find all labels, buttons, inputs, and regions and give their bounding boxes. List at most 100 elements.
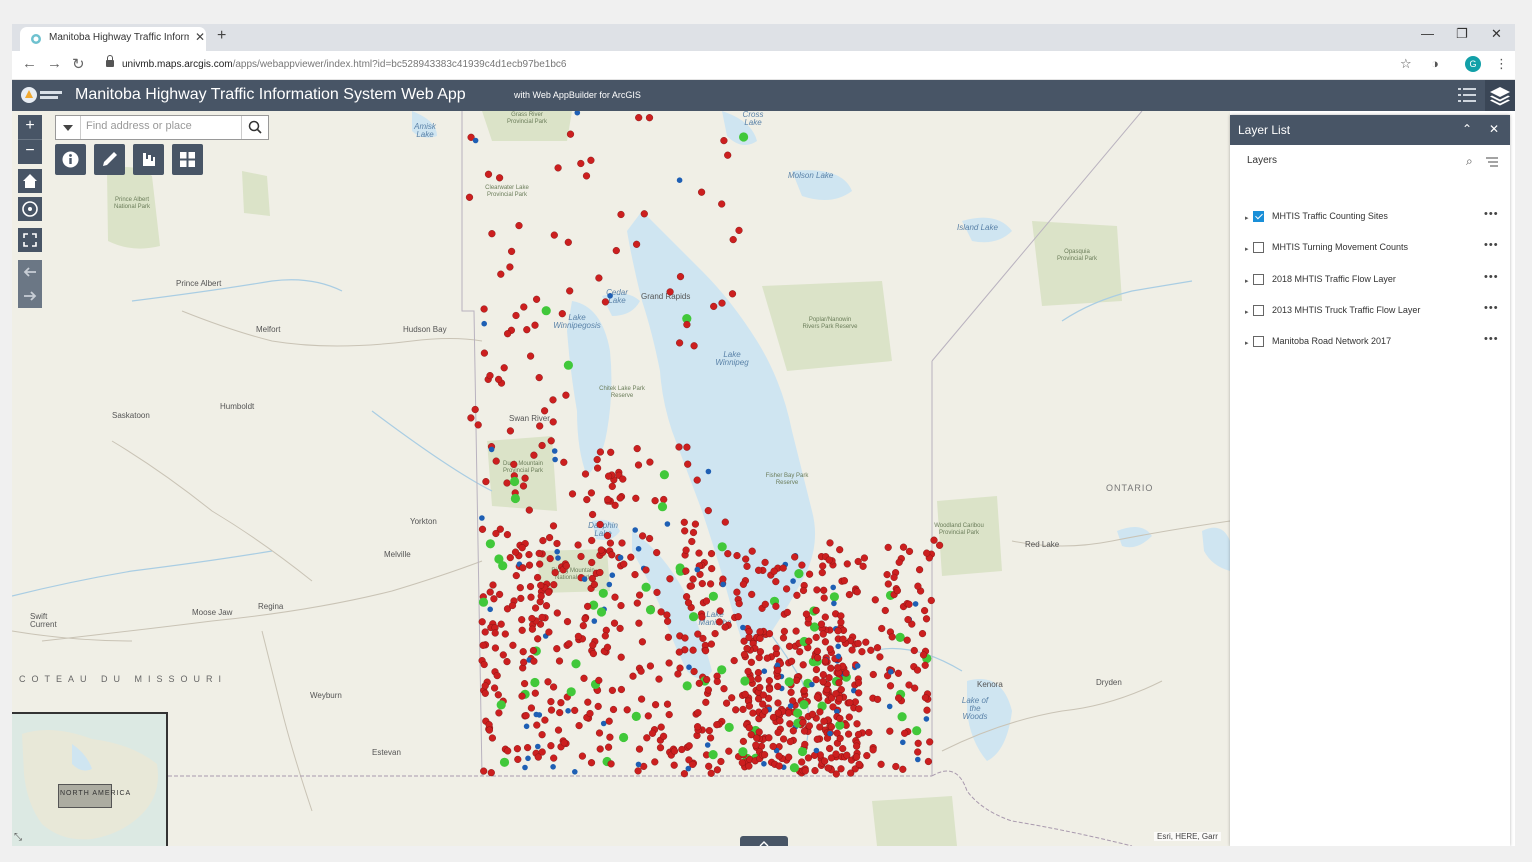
overview-label: NORTH AMERICA: [60, 790, 132, 797]
traffic-site-point: [869, 670, 877, 679]
traffic-site-point: [680, 518, 688, 526]
layer-search-icon[interactable]: ⌕: [1466, 154, 1473, 169]
expand-overview-icon[interactable]: ⤡: [14, 832, 22, 843]
app-header: Manitoba Highway Traffic Information Sys…: [12, 80, 1515, 111]
traffic-site-point: [724, 722, 734, 733]
restore-button[interactable]: ❐: [1456, 26, 1468, 42]
expand-arrow-icon[interactable]: ▸: [1245, 277, 1249, 285]
previous-extent-button[interactable]: [18, 260, 42, 284]
expand-arrow-icon[interactable]: ▸: [1245, 245, 1249, 253]
zoom-out-button[interactable]: −: [18, 139, 42, 164]
about-widget-button[interactable]: [55, 144, 86, 175]
my-location-button[interactable]: [18, 197, 42, 221]
measure-widget-button[interactable]: [133, 144, 164, 175]
new-tab-button[interactable]: +: [217, 27, 226, 45]
close-panel-icon[interactable]: ✕: [1489, 122, 1499, 136]
back-button[interactable]: ←: [22, 55, 37, 72]
traffic-site-point: [708, 591, 719, 601]
layer-options-icon[interactable]: [1485, 156, 1499, 168]
close-window-button[interactable]: ✕: [1491, 26, 1502, 42]
layer-checkbox[interactable]: [1253, 274, 1264, 285]
layer-checkbox[interactable]: [1253, 305, 1264, 316]
traffic-site-point: [486, 372, 494, 380]
fullscreen-button[interactable]: [18, 228, 42, 252]
traffic-site-point: [835, 643, 841, 650]
expand-arrow-icon[interactable]: ▸: [1245, 214, 1249, 222]
traffic-site-point: [689, 646, 697, 654]
bottom-panel-handle[interactable]: [740, 836, 788, 846]
traffic-site-point: [497, 620, 505, 628]
minimize-button[interactable]: —: [1421, 26, 1434, 41]
layer-menu-icon[interactable]: •••: [1484, 302, 1499, 314]
traffic-site-point: [834, 664, 842, 672]
traffic-site-point: [617, 685, 626, 694]
traffic-site-point: [506, 554, 514, 562]
browser-tab[interactable]: Manitoba Highway Traffic Inform ✕: [20, 27, 206, 51]
traffic-site-point: [496, 590, 504, 599]
traffic-site-point: [819, 677, 827, 686]
map-view[interactable]: Prince Albert Melfort Hudson Bay Saskato…: [12, 111, 1230, 846]
zoom-in-button[interactable]: +: [18, 115, 42, 139]
traffic-counting-sites-layer[interactable]: [12, 111, 1230, 846]
profile-avatar[interactable]: G: [1465, 56, 1481, 72]
layer-checkbox[interactable]: [1253, 336, 1264, 347]
traffic-site-point: [509, 641, 517, 649]
layer-menu-icon[interactable]: •••: [1484, 271, 1499, 283]
home-button[interactable]: [18, 169, 42, 193]
layer-row[interactable]: ▸ 2013 MHTIS Truck Traffic Flow Layer ••…: [1230, 302, 1510, 327]
layer-list-button[interactable]: [1485, 80, 1515, 111]
search-input[interactable]: [86, 120, 236, 132]
traffic-site-point: [617, 602, 625, 610]
browser-toolbar: ← → ↻ univmb.maps.arcgis.com/apps/webapp…: [12, 51, 1515, 80]
close-tab-icon[interactable]: ✕: [195, 30, 205, 44]
expand-arrow-icon[interactable]: ▸: [1245, 308, 1249, 316]
layer-row[interactable]: ▸ MHTIS Turning Movement Counts •••: [1230, 239, 1510, 264]
traffic-site-point: [801, 767, 809, 775]
traffic-site-point: [799, 586, 808, 595]
address-bar[interactable]: univmb.maps.arcgis.com/apps/webappviewer…: [122, 59, 566, 70]
traffic-site-point: [798, 561, 806, 569]
expand-arrow-icon[interactable]: ▸: [1245, 339, 1249, 347]
traffic-site-point: [607, 760, 615, 768]
traffic-site-point: [720, 137, 728, 145]
search-button[interactable]: [241, 116, 268, 139]
traffic-site-point: [604, 743, 613, 751]
traffic-site-point: [705, 468, 712, 475]
layer-row[interactable]: ▸ Manitoba Road Network 2017 •••: [1230, 333, 1510, 358]
reload-button[interactable]: ↻: [72, 55, 85, 73]
traffic-site-point: [915, 756, 921, 763]
traffic-site-point: [812, 675, 820, 684]
traffic-site-point: [765, 676, 774, 685]
legend-list-icon[interactable]: [1458, 87, 1476, 103]
traffic-site-point: [835, 679, 843, 687]
traffic-site-point: [765, 685, 774, 693]
traffic-site-point: [719, 575, 727, 583]
layer-row[interactable]: ▸ 2018 MHTIS Traffic Flow Layer •••: [1230, 271, 1510, 296]
traffic-site-point: [787, 688, 795, 697]
draw-widget-button[interactable]: [94, 144, 125, 175]
layer-menu-icon[interactable]: •••: [1484, 208, 1499, 220]
traffic-site-point: [694, 566, 701, 573]
search-source-dropdown[interactable]: [56, 116, 81, 139]
traffic-site-point: [553, 539, 561, 548]
browser-menu-icon[interactable]: ⋮: [1495, 56, 1508, 72]
forward-button[interactable]: →: [47, 55, 62, 72]
bookmark-star-icon[interactable]: ☆: [1400, 56, 1412, 72]
extension-icon[interactable]: ◑: [1431, 56, 1439, 71]
traffic-site-point: [539, 537, 547, 545]
traffic-site-point: [526, 583, 535, 591]
layer-checkbox[interactable]: [1253, 242, 1264, 253]
traffic-site-point: [886, 727, 894, 735]
traffic-site-point: [494, 691, 502, 699]
traffic-site-point: [554, 726, 563, 734]
layer-menu-icon[interactable]: •••: [1484, 333, 1499, 345]
overview-map[interactable]: NORTH AMERICA ⤡: [12, 712, 168, 846]
basemap-gallery-button[interactable]: [172, 144, 203, 175]
layer-row[interactable]: ▸ MHTIS Traffic Counting Sites •••: [1230, 208, 1510, 233]
traffic-site-point: [733, 588, 741, 596]
layer-menu-icon[interactable]: •••: [1484, 239, 1499, 251]
collapse-panel-icon[interactable]: ⌃: [1462, 122, 1472, 136]
next-extent-button[interactable]: [18, 284, 42, 308]
layer-checkbox[interactable]: [1253, 211, 1264, 222]
traffic-site-point: [516, 584, 524, 592]
